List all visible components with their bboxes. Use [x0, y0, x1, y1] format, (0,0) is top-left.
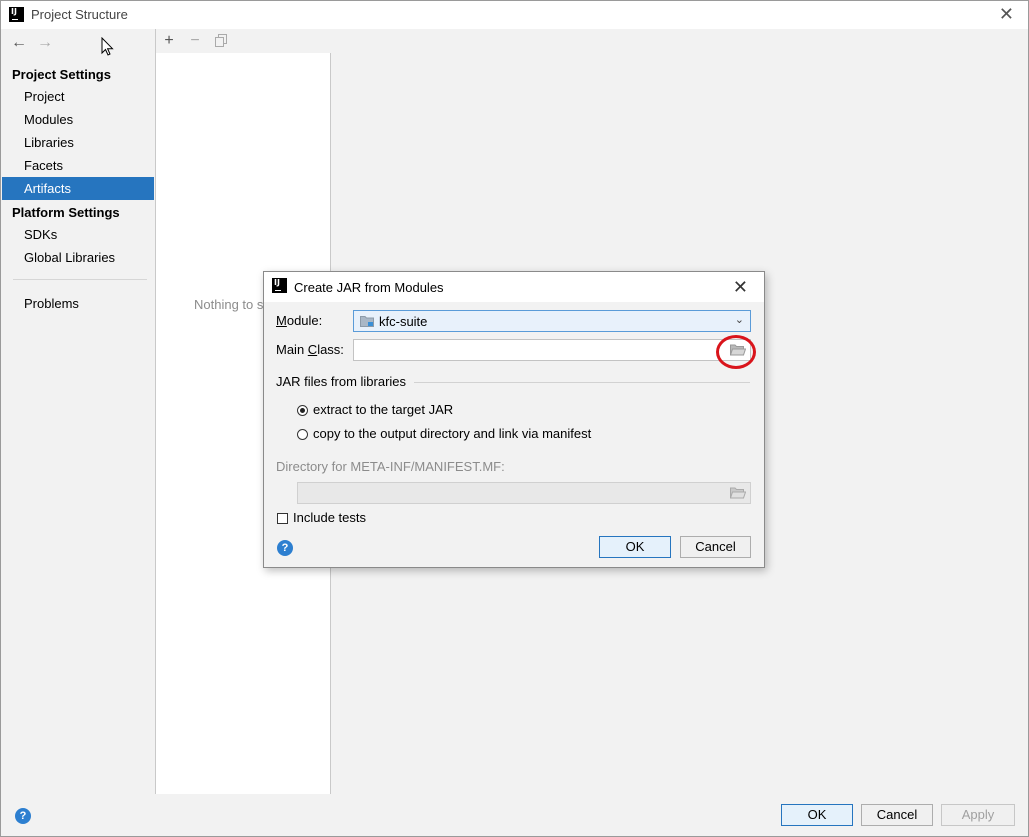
back-arrow-icon[interactable]: ← [9, 33, 29, 53]
sidebar-item-modules[interactable]: Modules [2, 108, 154, 131]
sidebar-item-artifacts[interactable]: Artifacts [2, 177, 154, 200]
chevron-down-icon: ⌄ [734, 314, 744, 326]
include-tests-label: Include tests [293, 510, 366, 525]
main-class-input[interactable] [353, 339, 751, 361]
project-structure-window: IJ Project Structure ✕ ← → Project Settin… [0, 0, 1029, 837]
sidebar-item-facets[interactable]: Facets [2, 154, 154, 177]
intellij-app-icon: IJ [272, 278, 287, 293]
manifest-dir-input [297, 482, 751, 504]
window-title: Project Structure [31, 7, 128, 22]
ok-button[interactable]: OK [781, 804, 853, 826]
module-value: kfc-suite [379, 314, 428, 329]
group-divider [414, 382, 750, 383]
copy-icon[interactable] [211, 31, 231, 51]
radio-copy-label: copy to the output directory and link vi… [313, 426, 592, 441]
artifacts-toolbar: + − [156, 29, 330, 53]
title-bar: IJ Project Structure ✕ [1, 1, 1028, 29]
nav-arrows: ← → [9, 33, 61, 53]
module-combobox[interactable]: kfc-suite ⌄ [353, 310, 751, 332]
forward-arrow-icon[interactable]: → [35, 33, 55, 53]
platform-settings-header: Platform Settings [12, 205, 120, 220]
sidebar-item-problems[interactable]: Problems [2, 292, 154, 315]
radio-extract[interactable]: extract to the target JAR [297, 402, 453, 417]
create-jar-dialog: IJ Create JAR from Modules ✕ Module: kfc… [263, 271, 765, 568]
dialog-title: Create JAR from Modules [294, 280, 444, 295]
empty-list-text: Nothing to s [194, 297, 264, 312]
cancel-button[interactable]: Cancel [861, 804, 933, 826]
radio-copy[interactable]: copy to the output directory and link vi… [297, 426, 591, 441]
sidebar: ← → Project Settings Project Modules Libr… [1, 29, 156, 794]
jar-files-group-title: JAR files from libraries [276, 374, 407, 389]
sidebar-item-global-libraries[interactable]: Global Libraries [2, 246, 154, 269]
module-folder-icon [360, 316, 374, 327]
mouse-cursor-icon [101, 37, 114, 56]
help-icon[interactable]: ? [15, 808, 31, 824]
include-tests-box[interactable] [277, 513, 288, 524]
intellij-app-icon: IJ [9, 7, 24, 22]
sidebar-item-libraries[interactable]: Libraries [2, 131, 154, 154]
browse-folder-icon[interactable] [730, 343, 746, 356]
dialog-cancel-button[interactable]: Cancel [680, 536, 751, 558]
sidebar-divider [13, 279, 147, 280]
bottom-bar: ? OK Cancel Apply [1, 794, 1028, 836]
remove-icon[interactable]: − [185, 31, 205, 51]
module-label: Module: [276, 313, 323, 328]
apply-button[interactable]: Apply [941, 804, 1015, 826]
radio-extract-indicator[interactable] [297, 405, 308, 416]
manifest-browse-folder-icon [730, 487, 746, 499]
dialog-help-icon[interactable]: ? [277, 540, 293, 556]
add-icon[interactable]: + [159, 31, 179, 51]
include-tests-checkbox[interactable]: Include tests [277, 510, 366, 525]
project-settings-header: Project Settings [12, 67, 111, 82]
dialog-ok-button[interactable]: OK [599, 536, 671, 558]
dialog-close-icon[interactable]: ✕ [733, 277, 748, 298]
manifest-dir-label: Directory for META-INF/MANIFEST.MF: [276, 459, 505, 474]
dialog-title-bar: IJ Create JAR from Modules ✕ [264, 272, 764, 302]
main-class-label: Main Class: [276, 342, 344, 357]
radio-copy-indicator[interactable] [297, 429, 308, 440]
sidebar-item-sdks[interactable]: SDKs [2, 223, 154, 246]
radio-extract-label: extract to the target JAR [313, 402, 454, 417]
window-close-icon[interactable]: ✕ [999, 5, 1014, 23]
sidebar-item-project[interactable]: Project [2, 85, 154, 108]
